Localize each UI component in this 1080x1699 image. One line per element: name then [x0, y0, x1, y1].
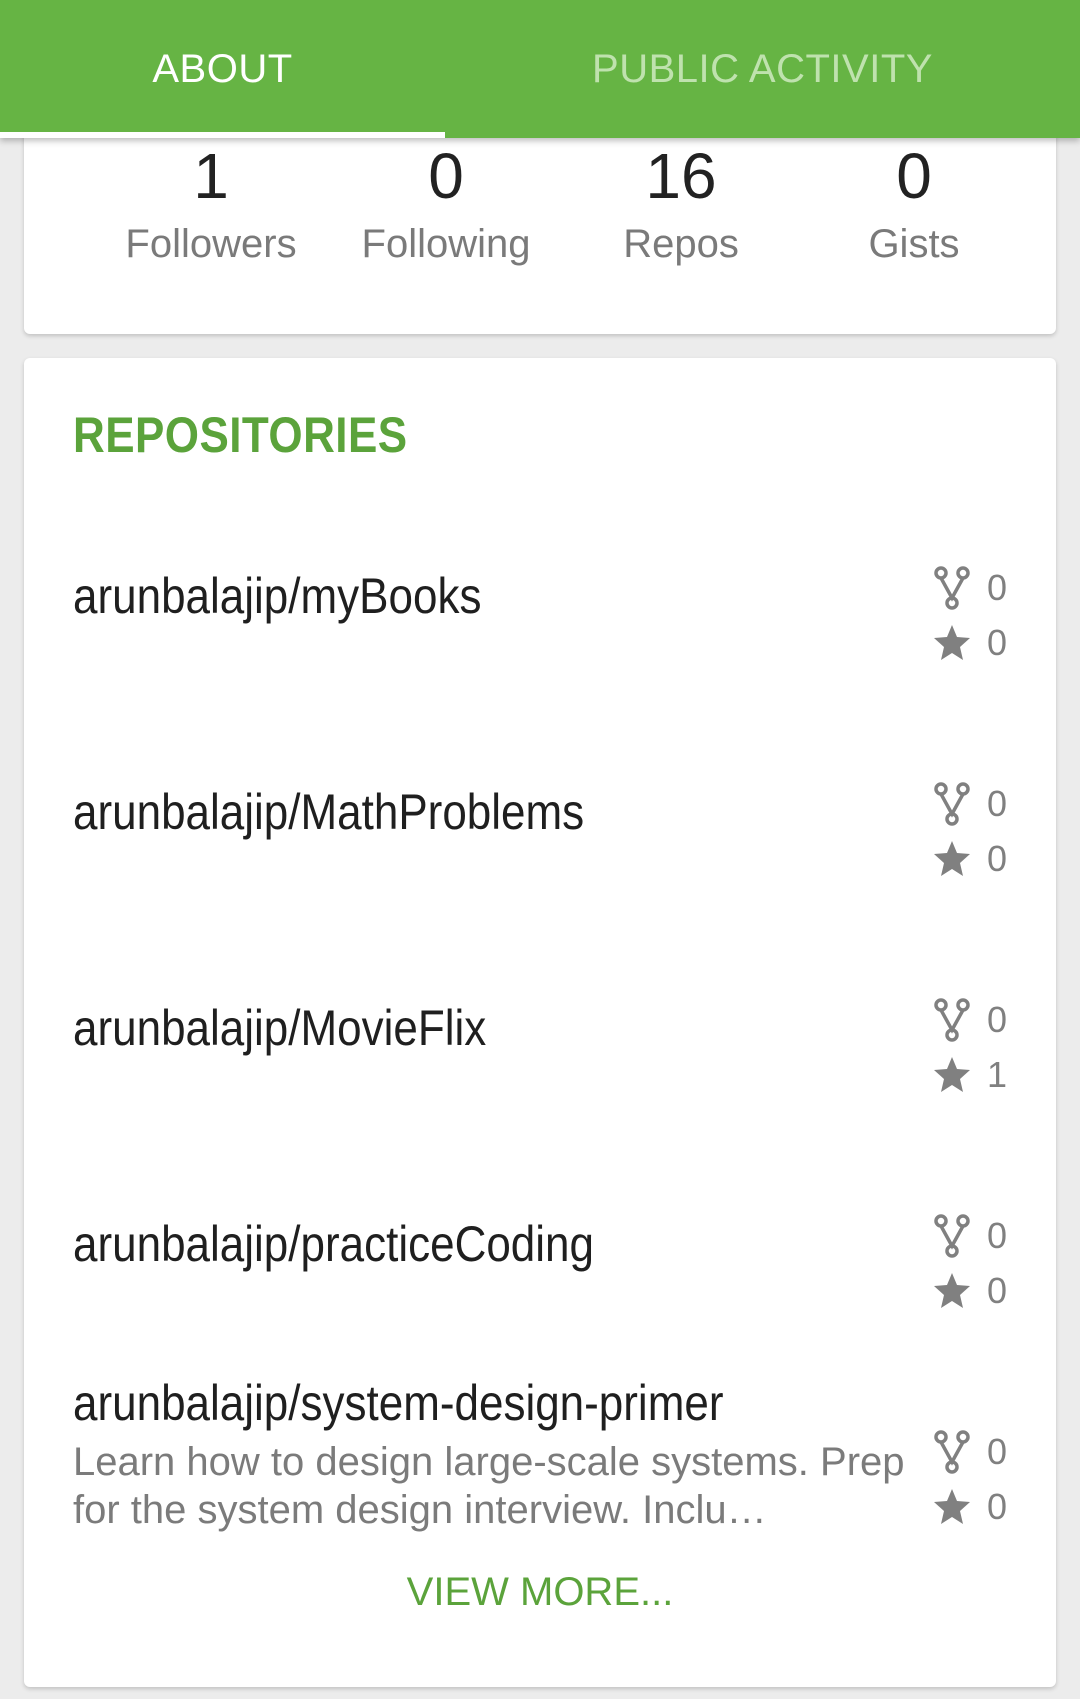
- stat-gists[interactable]: 0 Gists: [794, 140, 1034, 267]
- repositories-title: REPOSITORIES: [73, 407, 408, 463]
- repo-name: arunbalajip/MovieFlix: [73, 1000, 487, 1056]
- repo-stats: 0 0: [932, 1208, 1042, 1318]
- repo-item[interactable]: arunbalajip/myBooks 0 0: [24, 510, 1056, 710]
- repo-name: arunbalajip/practiceCoding: [73, 1216, 595, 1272]
- tab-indicator: [0, 132, 445, 138]
- repo-name: arunbalajip/MathProblems: [73, 784, 585, 840]
- stat-followers[interactable]: 1 Followers: [91, 140, 331, 267]
- star-count: 0: [987, 1485, 1008, 1527]
- repo-stats: 0 0: [932, 560, 1042, 670]
- star-icon: [934, 624, 970, 660]
- fork-icon: [934, 1213, 970, 1258]
- repo-stats: 0 1: [932, 992, 1042, 1102]
- following-count: 0: [428, 140, 464, 212]
- star-count: 0: [987, 1269, 1008, 1311]
- fork-icon: [934, 997, 970, 1042]
- repo-stats: 0 0: [932, 1424, 1042, 1534]
- followers-label: Followers: [125, 222, 297, 266]
- repo-item[interactable]: arunbalajip/practiceCoding 0 0: [24, 1158, 1056, 1358]
- view-more-button[interactable]: VIEW MORE...: [24, 1570, 1056, 1615]
- tab-about[interactable]: ABOUT: [0, 0, 445, 138]
- repos-count: 16: [645, 140, 717, 212]
- star-icon: [934, 840, 970, 876]
- repo-name: arunbalajip/system-design-primer: [73, 1375, 724, 1431]
- gists-label: Gists: [868, 222, 960, 266]
- gists-count: 0: [896, 140, 932, 212]
- tab-public-activity[interactable]: PUBLIC ACTIVITY: [445, 0, 1080, 138]
- star-count: 0: [987, 837, 1008, 879]
- fork-count: 0: [987, 566, 1008, 608]
- repo-stats: 0 0: [932, 776, 1042, 886]
- repo-description: Learn how to design large-scale systems.…: [73, 1440, 905, 1532]
- repo-item[interactable]: arunbalajip/system-design-primer Learn h…: [24, 1374, 1056, 1554]
- star-count: 0: [987, 621, 1008, 663]
- tab-bar: ABOUT PUBLIC ACTIVITY: [0, 0, 1080, 138]
- fork-icon: [934, 781, 970, 826]
- fork-count: 0: [987, 1430, 1008, 1472]
- repo-item[interactable]: arunbalajip/MathProblems 0 0: [24, 726, 1056, 926]
- fork-count: 0: [987, 998, 1008, 1040]
- repo-item[interactable]: arunbalajip/MovieFlix 0 1: [24, 942, 1056, 1142]
- star-icon: [934, 1272, 970, 1308]
- repos-label: Repos: [623, 222, 739, 266]
- following-label: Following: [361, 222, 531, 266]
- stat-repos[interactable]: 16 Repos: [561, 140, 801, 267]
- fork-count: 0: [987, 1214, 1008, 1256]
- fork-count: 0: [987, 782, 1008, 824]
- repo-name: arunbalajip/myBooks: [73, 568, 482, 624]
- star-icon: [934, 1488, 970, 1524]
- followers-count: 1: [193, 140, 229, 212]
- repositories-card: REPOSITORIES arunbalajip/myBooks 0 0 aru…: [24, 358, 1056, 1687]
- fork-icon: [934, 565, 970, 610]
- star-icon: [934, 1056, 970, 1092]
- fork-icon: [934, 1429, 970, 1474]
- star-count: 1: [987, 1053, 1008, 1095]
- stat-following[interactable]: 0 Following: [326, 140, 566, 267]
